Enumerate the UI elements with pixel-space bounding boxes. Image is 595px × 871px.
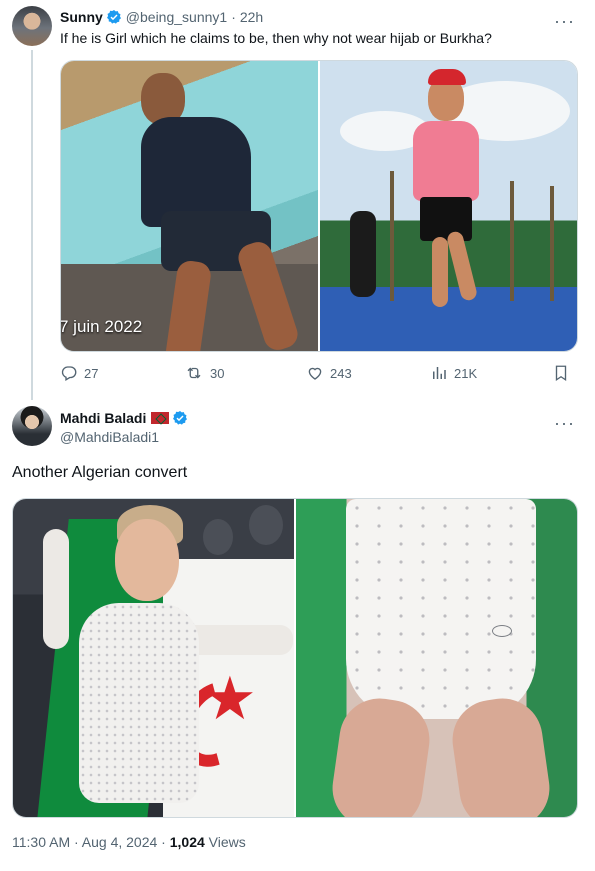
- tweet-actions: 27 30 243 21K: [60, 364, 578, 384]
- author-handle[interactable]: @MahdiBaladi1: [60, 429, 159, 445]
- reply-button[interactable]: 27: [60, 364, 98, 382]
- heart-icon: [306, 364, 324, 382]
- views-button[interactable]: 21K: [430, 364, 477, 382]
- author-name[interactable]: Sunny: [60, 9, 103, 25]
- repost-icon: [184, 364, 204, 382]
- avatar[interactable]: [12, 6, 52, 46]
- photo-crowd: [249, 505, 283, 545]
- tweet-text: Another Algerian convert: [12, 464, 188, 481]
- separator-dot: ·: [231, 9, 236, 25]
- photo-palm: [390, 171, 394, 301]
- tweet-media[interactable]: 7 juin 2022: [60, 60, 578, 352]
- photo-gymnast-leotard: [79, 603, 199, 803]
- tweet-timestamp[interactable]: 11:30 AM · Aug 4, 2024 ·: [12, 834, 170, 850]
- photo-subject-leg: [234, 238, 302, 351]
- tweet-header: Sunny @being_sunny1 · 22h: [60, 8, 263, 26]
- photo-leotard-closeup: [346, 499, 536, 719]
- photo-gymnast-arm: [43, 529, 69, 649]
- author-name[interactable]: Mahdi Baladi: [60, 410, 146, 426]
- tweet-media[interactable]: ★: [12, 498, 578, 818]
- repost-count: 30: [210, 365, 225, 381]
- more-icon[interactable]: ···: [554, 414, 575, 432]
- verified-badge-icon: [106, 9, 122, 25]
- tweet-header: Mahdi Baladi: [60, 409, 188, 427]
- thread-connector-line: [31, 50, 33, 400]
- photo-palm: [550, 186, 554, 301]
- photo-runner-shorts: [420, 197, 472, 241]
- photo-background-person: [350, 211, 376, 297]
- views-count: 1,024: [169, 834, 205, 850]
- author-handle[interactable]: @being_sunny1: [126, 9, 227, 25]
- bookmark-icon: [552, 364, 570, 382]
- photo-runner-leg: [445, 230, 479, 302]
- photo-thigh: [327, 693, 435, 817]
- photo-runner-leg: [432, 237, 448, 307]
- views-label: Views: [204, 834, 246, 850]
- verified-badge-icon: [172, 410, 188, 426]
- photo-gymnast-flag[interactable]: ★: [13, 499, 294, 817]
- analytics-icon: [430, 364, 448, 382]
- photo-closeup[interactable]: [296, 499, 577, 817]
- reply-count: 27: [84, 365, 99, 381]
- photo-thigh: [447, 693, 555, 817]
- photo-palm: [510, 181, 514, 301]
- photo-crowd: [203, 519, 233, 555]
- repost-button[interactable]: 30: [184, 364, 224, 382]
- photo-leotard-logo: [492, 625, 512, 637]
- reply-icon: [60, 364, 78, 382]
- like-count: 243: [330, 365, 352, 381]
- photo-flag-star: ★: [203, 665, 257, 732]
- photo-gymnast-head: [115, 519, 179, 601]
- tweet-metadata: 11:30 AM · Aug 4, 2024 · 1,024 Views: [12, 834, 246, 850]
- morocco-flag-icon: [151, 412, 170, 424]
- more-icon[interactable]: ···: [554, 12, 575, 30]
- photo-date-overlay: 7 juin 2022: [61, 317, 143, 336]
- parent-tweet[interactable]: Sunny @being_sunny1 · 22h ··· If he is G…: [0, 0, 595, 400]
- photo-subject-leg: [163, 259, 213, 351]
- photo-fountain[interactable]: 7 juin 2022: [61, 61, 318, 351]
- like-button[interactable]: 243: [306, 364, 352, 382]
- tweet-time[interactable]: 22h: [240, 9, 263, 25]
- avatar[interactable]: [12, 406, 52, 446]
- photo-runner-shirt: [413, 121, 479, 201]
- bookmark-button[interactable]: [552, 364, 570, 382]
- photo-runner-cap: [428, 69, 466, 85]
- views-count: 21K: [454, 365, 478, 381]
- tweet-text: If he is Girl which he claims to be, the…: [60, 30, 492, 46]
- photo-runner[interactable]: [320, 61, 577, 351]
